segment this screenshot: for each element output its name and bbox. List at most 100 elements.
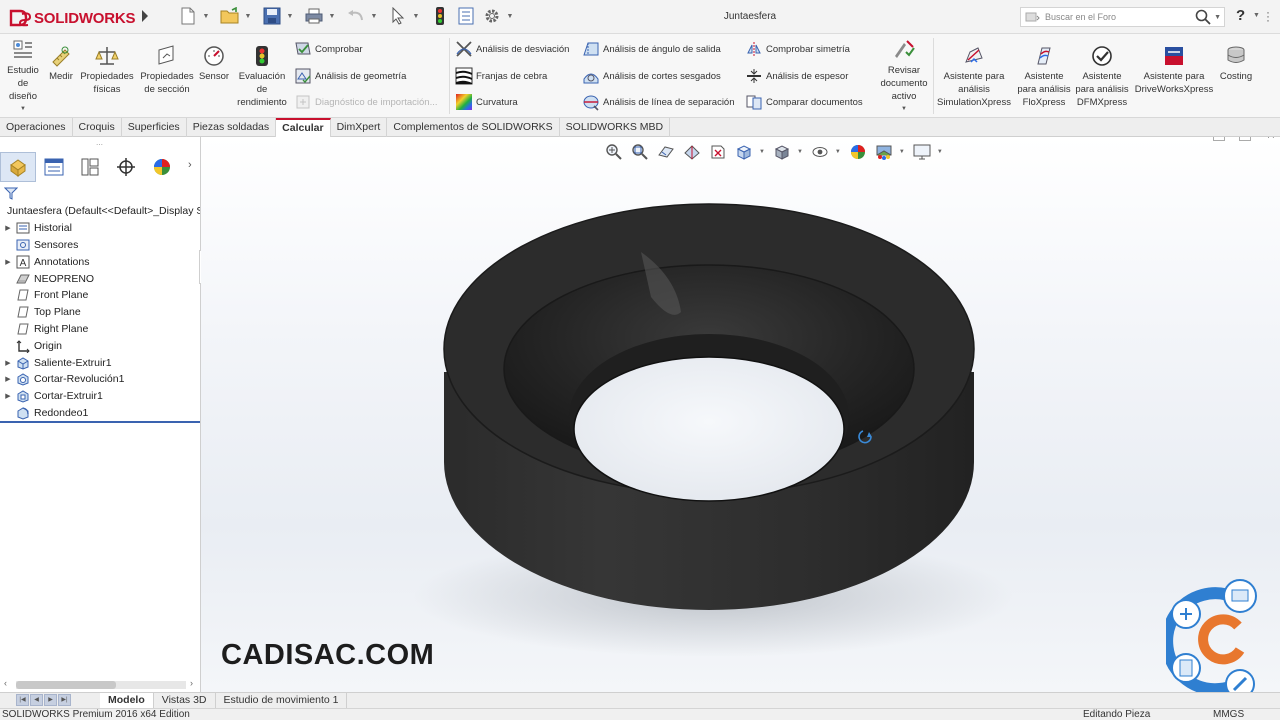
review-dropdown-icon[interactable]: ▼ [876,103,932,116]
print-dropdown-arrow-icon[interactable]: ▼ [328,5,336,27]
design-study-dropdown-icon[interactable]: ▼ [4,103,42,116]
save-dropdown-arrow-icon[interactable]: ▼ [286,5,294,27]
tab-superficies[interactable]: Superficies [122,118,187,137]
tree-item-cut-extrude[interactable]: ▶ Cortar-Extruir1 [0,388,200,405]
search-scope-icon[interactable] [1025,11,1041,23]
new-document-icon[interactable] [176,5,200,27]
options-gear-icon[interactable] [480,5,504,27]
expand-arrow-icon[interactable]: ▶ [3,359,13,367]
expand-arrow-icon[interactable]: ▶ [3,375,13,383]
tab-croquis[interactable]: Croquis [73,118,122,137]
rollback-bar[interactable] [0,421,200,423]
floxpress-button[interactable]: Asistente para análisis FloXpress [1014,44,1074,109]
previous-tab-icon[interactable]: ◀ [30,693,43,706]
tab-calcular[interactable]: Calcular [276,118,331,137]
tree-item-sensores[interactable]: Sensores [0,237,200,254]
new-dropdown-arrow-icon[interactable]: ▼ [202,5,210,27]
open-folder-icon[interactable] [218,5,242,27]
next-tab-icon[interactable]: ▶ [44,693,57,706]
propertymanager-icon[interactable] [36,152,72,182]
dfmxpress-button[interactable]: Asistente para análisis DFMXpress [1074,44,1130,109]
tab-complementos[interactable]: Complementos de SOLIDWORKS [387,118,560,137]
featuremanager-tree-icon[interactable] [0,152,36,182]
dimxpertmanager-icon[interactable] [108,152,144,182]
select-cursor-icon[interactable] [386,5,410,27]
undercut-analysis-button[interactable]: Análisis de cortes sesgados [582,65,721,87]
symmetry-check-button[interactable]: Comprobar simetría [745,38,850,60]
more-options-icon[interactable]: · · · [1266,6,1270,26]
filter-icon[interactable] [4,186,18,200]
driveworksxpress-button[interactable]: Asistente para DriveWorksXpress [1134,44,1214,96]
tree-item-top-plane[interactable]: Top Plane [0,304,200,321]
search-dropdown-arrow-icon[interactable]: ▼ [1214,14,1221,21]
print-icon[interactable] [302,5,326,27]
tree-item-annotations[interactable]: ▶ A Annotations [0,253,200,270]
tree-item-boss-extrude[interactable]: ▶ Saliente-Extruir1 [0,354,200,371]
undo-dropdown-arrow-icon[interactable]: ▼ [370,5,378,27]
tab-estudio-movimiento[interactable]: Estudio de movimiento 1 [216,692,348,709]
search-input[interactable]: Buscar en el Foro [1045,12,1195,22]
tree-item-origin[interactable]: Origin [0,337,200,354]
scroll-right-icon[interactable]: › [190,678,193,688]
file-properties-icon[interactable] [454,5,478,27]
tree-item-root-part[interactable]: Juntaesfera (Default<<Default>_Display S… [0,203,200,220]
review-document-button[interactable]: Revisar documento activo ▼ [876,38,932,116]
tree-item-front-plane[interactable]: Front Plane [0,287,200,304]
expand-arrow-icon[interactable]: ▶ [3,258,13,266]
configurationmanager-icon[interactable] [72,152,108,182]
tab-solidworks-mbd[interactable]: SOLIDWORKS MBD [560,118,671,137]
help-dropdown-arrow-icon[interactable]: ▼ [1253,12,1260,19]
last-tab-icon[interactable]: ▶| [58,693,71,706]
options-dropdown-arrow-icon[interactable]: ▼ [506,5,514,27]
menu-expand-arrow-icon[interactable] [142,10,148,22]
curvature-button[interactable]: Curvatura [455,91,518,113]
thickness-analysis-button[interactable]: Análisis de espesor [745,65,848,87]
first-tab-icon[interactable]: |◀ [16,693,29,706]
panel-horizontal-scrollbar[interactable]: ‹ › [0,677,200,691]
tab-vistas-3d[interactable]: Vistas 3D [154,692,216,709]
scroll-left-icon[interactable]: ‹ [4,678,7,688]
design-study-button[interactable]: Estudio de diseño ▼ [4,38,42,116]
graphics-area[interactable]: ⊓ ▼ ▼ ▼ ▼ ▼ [201,137,1280,692]
gasket-ring-model[interactable] [201,137,1280,692]
scroll-thumb[interactable] [16,681,116,689]
panel-grip-icon[interactable]: ⋯ [96,141,104,149]
tree-item-cut-revolve[interactable]: ▶ Cortar-Revolución1 [0,371,200,388]
performance-evaluation-button[interactable]: Evaluación de rendimiento [234,44,290,109]
geometry-analysis-button[interactable]: Análisis de geometría [294,65,406,87]
draft-analysis-button[interactable]: Análisis de ángulo de salida [582,38,721,60]
undo-icon[interactable] [344,5,368,27]
import-diagnostics-button[interactable]: Diagnóstico de importación... [294,91,438,113]
save-icon[interactable] [260,5,284,27]
displaymanager-icon[interactable] [144,152,180,182]
zebra-stripes-button[interactable]: Franjas de cebra [455,65,547,87]
tab-piezas-soldadas[interactable]: Piezas soldadas [187,118,277,137]
forum-search-box[interactable]: Buscar en el Foro ▼ [1020,7,1225,27]
sensor-button[interactable]: Sensor [198,44,230,83]
more-tabs-chevron-icon[interactable]: › [188,159,192,171]
tree-item-right-plane[interactable]: Right Plane [0,321,200,338]
compare-documents-button[interactable]: Comparar documentos [745,91,863,113]
check-button[interactable]: Comprobar [294,38,363,60]
tree-item-material[interactable]: NEOPRENO [0,270,200,287]
help-button[interactable]: ? [1236,7,1245,24]
solidworks-logo[interactable]: SOLIDWORKS [8,8,136,28]
mass-properties-button[interactable]: Propiedades físicas [78,44,136,96]
rebuild-traffic-light-icon[interactable] [428,5,452,27]
section-properties-button[interactable]: Propiedades de sección [138,44,196,96]
simulationxpress-button[interactable]: Asistente para análisis SimulationXpress [936,44,1012,109]
open-dropdown-arrow-icon[interactable]: ▼ [244,5,252,27]
costing-button[interactable]: Costing [1214,44,1258,83]
tree-item-fillet[interactable]: Redondeo1 [0,405,200,422]
expand-arrow-icon[interactable]: ▶ [3,224,13,232]
measure-button[interactable]: Medir [46,44,76,83]
parting-line-analysis-button[interactable]: Análisis de línea de separación [582,91,735,113]
tab-modelo[interactable]: Modelo [100,692,154,709]
tab-operaciones[interactable]: Operaciones [0,118,73,137]
search-icon[interactable] [1195,9,1211,25]
select-dropdown-arrow-icon[interactable]: ▼ [412,5,420,27]
deviation-analysis-button[interactable]: Análisis de desviación [455,38,569,60]
expand-arrow-icon[interactable]: ▶ [3,392,13,400]
tab-dimxpert[interactable]: DimXpert [331,118,388,137]
unit-system-label[interactable]: MMGS [1213,709,1244,720]
